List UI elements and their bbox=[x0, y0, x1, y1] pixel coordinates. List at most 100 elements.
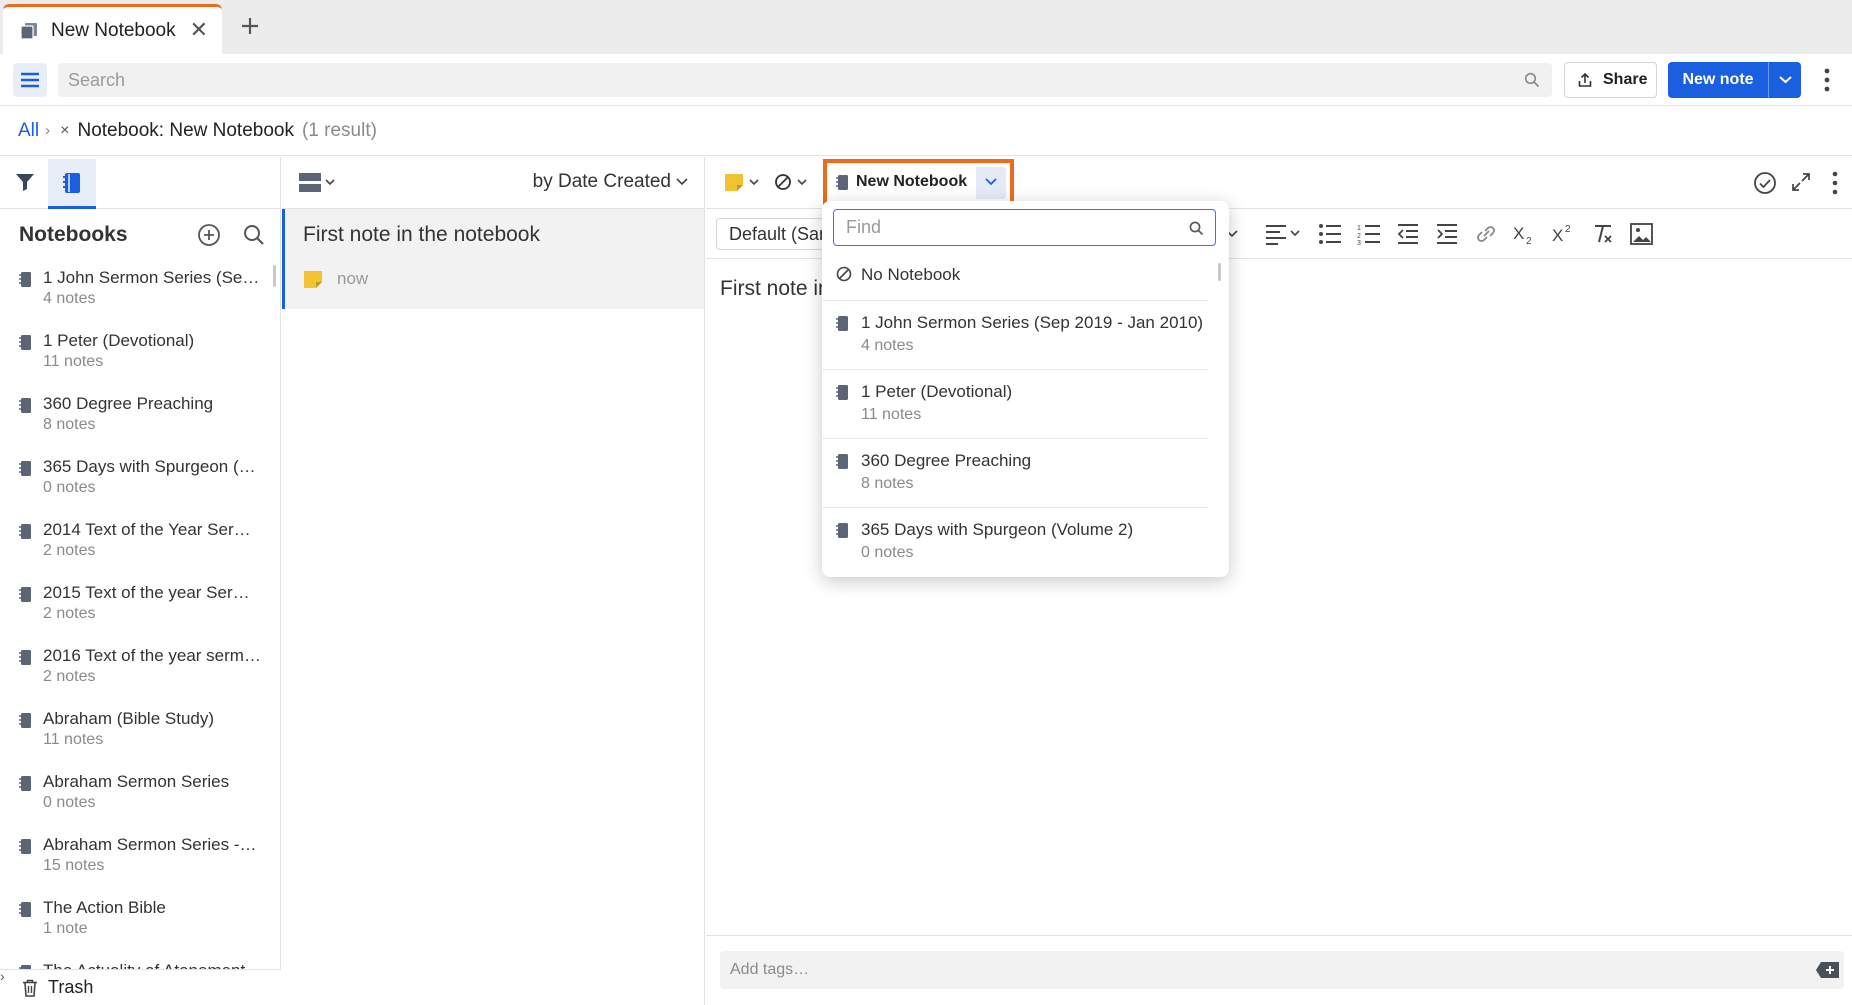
notebook-name: Abraham (Bible Study) bbox=[43, 709, 215, 728]
collapse-sidebar-icon[interactable]: › bbox=[0, 968, 5, 984]
chevron-down-icon bbox=[985, 178, 997, 186]
more-options-icon[interactable] bbox=[1830, 170, 1840, 196]
note-card[interactable]: First note in the notebook now bbox=[282, 209, 704, 309]
share-icon bbox=[1578, 72, 1592, 87]
note-title: First note in the notebook bbox=[303, 223, 540, 246]
close-icon[interactable]: ✕ bbox=[190, 19, 208, 41]
notebook-name: 365 Days with Spurgeon (Volume 2) bbox=[43, 457, 261, 476]
notebook-item[interactable]: Abraham (Bible Study) 11 notes bbox=[0, 708, 275, 771]
new-note-button[interactable]: New note bbox=[1668, 62, 1768, 98]
notebook-count: 4 notes bbox=[43, 290, 96, 307]
notebook-count: 8 notes bbox=[43, 416, 96, 433]
notebook-icon bbox=[836, 454, 848, 469]
notebook-item[interactable]: 2014 Text of the Year Sermons 2 notes bbox=[0, 519, 275, 582]
breadcrumb-all-link[interactable]: All bbox=[18, 120, 39, 142]
option-count: 8 notes bbox=[861, 475, 914, 492]
notebook-item[interactable]: Abraham Sermon Series - 2017 15 notes bbox=[0, 834, 275, 897]
more-options-icon[interactable] bbox=[1818, 66, 1836, 94]
notebook-count: 0 notes bbox=[43, 794, 96, 811]
align-left-icon[interactable] bbox=[1264, 223, 1304, 245]
notebook-item[interactable]: 1 John Sermon Series (Sep 2019 - Jan 201… bbox=[0, 267, 275, 330]
search-icon[interactable] bbox=[1524, 72, 1540, 88]
add-tag-icon[interactable] bbox=[1815, 961, 1841, 979]
menu-button[interactable] bbox=[13, 63, 47, 97]
notebook-icon bbox=[836, 316, 848, 331]
notebook-count: 11 notes bbox=[43, 731, 104, 748]
notes-icon bbox=[19, 21, 39, 41]
notebook-name: 360 Degree Preaching bbox=[43, 394, 214, 413]
notebook-count: 1 note bbox=[43, 920, 88, 937]
link-icon[interactable] bbox=[1474, 223, 1498, 245]
notebook-icon bbox=[19, 272, 31, 287]
note-time: now bbox=[337, 269, 369, 288]
notebook-item[interactable]: 2016 Text of the year sermons 2 notes bbox=[0, 645, 275, 708]
notebook-item[interactable]: 365 Days with Spurgeon (Volume 2) 0 notes bbox=[0, 456, 275, 519]
svg-text:1: 1 bbox=[1357, 225, 1361, 232]
breadcrumb: All › × Notebook: New Notebook (1 result… bbox=[0, 106, 1852, 156]
add-notebook-icon[interactable] bbox=[197, 223, 221, 247]
svg-text:3: 3 bbox=[1357, 240, 1361, 245]
svg-text:2: 2 bbox=[1565, 224, 1571, 235]
notebook-dropdown-toggle[interactable] bbox=[976, 167, 1006, 199]
dropdown-notebook-option[interactable]: 365 Days with Spurgeon (Volume 2) 0 notes bbox=[822, 508, 1208, 577]
superscript-icon[interactable]: X2 bbox=[1552, 223, 1576, 245]
search-notebooks-icon[interactable] bbox=[242, 223, 266, 247]
option-count: 4 notes bbox=[861, 337, 914, 354]
notebook-icon bbox=[19, 398, 31, 413]
dropdown-notebook-option[interactable]: 1 Peter (Devotional) 11 notes bbox=[822, 370, 1208, 439]
no-notebook-option[interactable]: No Notebook bbox=[822, 251, 1208, 301]
result-count: (1 result) bbox=[301, 119, 377, 141]
share-button[interactable]: Share bbox=[1564, 62, 1657, 98]
notebook-name: The Action Bible bbox=[43, 898, 166, 917]
notebook-item[interactable]: 360 Degree Preaching 8 notes bbox=[0, 393, 275, 456]
new-note-dropdown-button[interactable] bbox=[1768, 62, 1801, 98]
notebook-name: 2016 Text of the year sermons bbox=[43, 646, 261, 665]
option-name: 360 Degree Preaching bbox=[861, 451, 1032, 470]
notebook-dropdown-menu: No Notebook 1 John Sermon Series (Sep 20… bbox=[822, 201, 1229, 577]
notebooks-tab[interactable] bbox=[48, 159, 96, 209]
dropdown-notebook-option[interactable]: 360 Degree Preaching 8 notes bbox=[822, 439, 1208, 508]
tab-title: New Notebook bbox=[51, 19, 176, 41]
clear-format-icon[interactable] bbox=[1591, 223, 1615, 245]
status-icon[interactable] bbox=[774, 172, 812, 192]
check-circle-icon[interactable] bbox=[1753, 171, 1777, 195]
sidebar-tabs bbox=[0, 157, 281, 209]
notebook-icon bbox=[836, 175, 848, 190]
notebook-count: 15 notes bbox=[43, 857, 105, 874]
svg-text:X: X bbox=[1552, 226, 1563, 245]
notebook-item[interactable]: Abraham Sermon Series 0 notes bbox=[0, 771, 275, 834]
tags-input[interactable] bbox=[730, 951, 1730, 989]
numbered-list-icon[interactable]: 123 bbox=[1357, 223, 1381, 245]
search-input[interactable] bbox=[68, 63, 1508, 97]
sort-dropdown[interactable]: by Date Created bbox=[533, 171, 689, 193]
note-list-panel: by Date Created First note in the notebo… bbox=[282, 157, 705, 1005]
expand-icon[interactable] bbox=[1791, 172, 1811, 192]
insert-image-icon[interactable] bbox=[1630, 223, 1654, 245]
share-label: Share bbox=[1603, 71, 1648, 88]
dropdown-scrollbar[interactable] bbox=[1218, 263, 1221, 281]
find-input[interactable] bbox=[846, 210, 1176, 245]
remove-filter-icon[interactable]: × bbox=[60, 122, 69, 140]
notebook-name: Abraham Sermon Series bbox=[43, 772, 230, 791]
find-box bbox=[833, 209, 1216, 246]
filter-icon[interactable] bbox=[13, 170, 37, 194]
notebook-name: Abraham Sermon Series - 2017 bbox=[43, 835, 261, 854]
notebook-icon bbox=[19, 902, 31, 917]
subscript-icon[interactable]: X2 bbox=[1513, 223, 1537, 245]
trash-item[interactable]: Trash bbox=[0, 969, 281, 1005]
notebook-item[interactable]: 2015 Text of the year Sermons 2 notes bbox=[0, 582, 275, 645]
notebook-item[interactable]: 1 Peter (Devotional) 11 notes bbox=[0, 330, 275, 393]
notebook-icon bbox=[19, 713, 31, 728]
sidebar-scrollbar[interactable] bbox=[273, 265, 276, 287]
notebook-item[interactable]: The Action Bible 1 note bbox=[0, 897, 275, 960]
bullet-list-icon[interactable] bbox=[1318, 223, 1342, 245]
dropdown-notebook-option[interactable]: 1 John Sermon Series (Sep 2019 - Jan 201… bbox=[822, 301, 1208, 370]
add-tab-icon[interactable] bbox=[236, 12, 264, 40]
view-mode-icon[interactable] bbox=[299, 172, 337, 194]
indent-icon[interactable] bbox=[1435, 223, 1459, 245]
tab-new-notebook[interactable]: New Notebook ✕ bbox=[3, 4, 222, 54]
notebook-selector-inner: New Notebook bbox=[831, 167, 1006, 199]
notebook-selector[interactable]: New Notebook bbox=[823, 159, 1014, 207]
note-type-icon[interactable] bbox=[724, 172, 762, 192]
outdent-icon[interactable] bbox=[1396, 223, 1420, 245]
